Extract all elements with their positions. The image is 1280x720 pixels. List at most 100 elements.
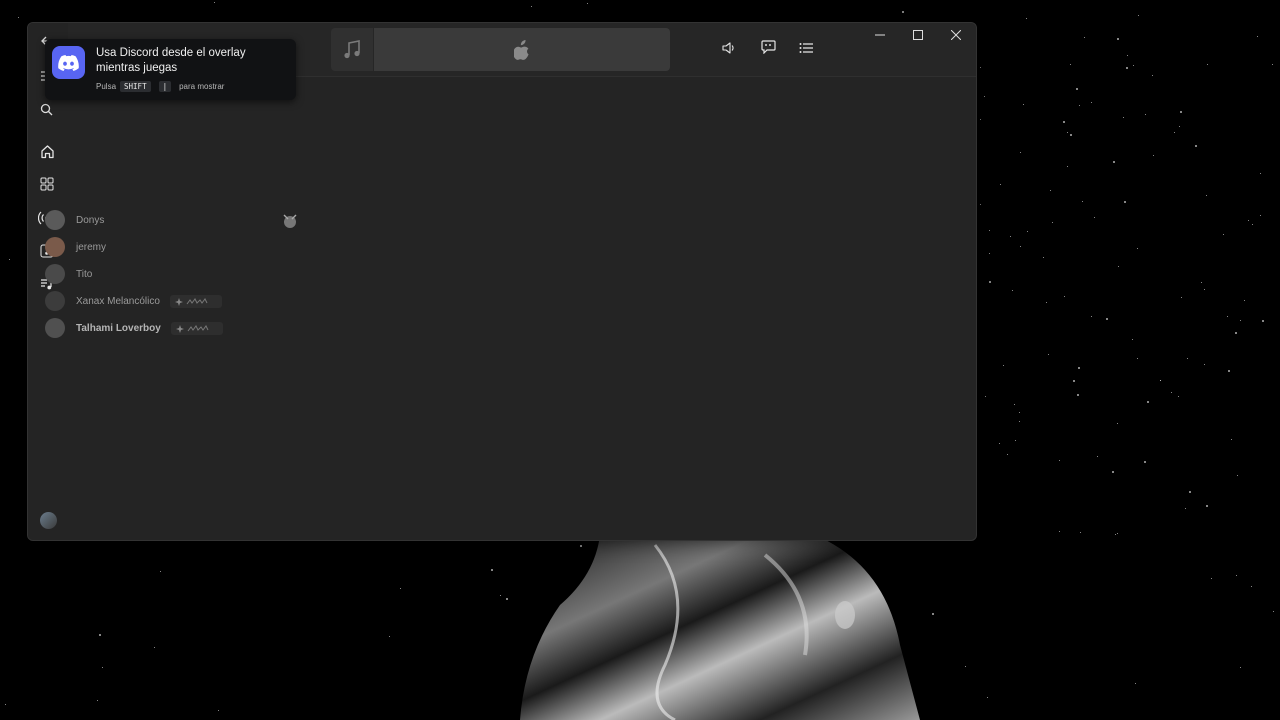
star [1117, 265, 1119, 267]
star [1135, 682, 1137, 684]
star [530, 6, 532, 8]
friend-activity-badge [170, 321, 223, 335]
friend-activity-badge [169, 294, 222, 308]
star [1076, 87, 1079, 90]
star [1015, 439, 1017, 441]
star [1137, 357, 1139, 359]
star [980, 67, 982, 69]
friend-row[interactable]: Talhami Loverboy [45, 316, 223, 340]
star [1116, 422, 1118, 424]
star [989, 280, 992, 283]
star [1180, 296, 1182, 298]
star [586, 2, 588, 4]
hotkey-pipe: | [158, 81, 172, 92]
star [988, 230, 990, 232]
overlay-hotkey-hint: Pulsa SHIFT | para mostrar [96, 81, 224, 92]
star [1010, 236, 1012, 238]
star [1252, 224, 1254, 226]
friend-avatar [45, 291, 65, 311]
star [18, 16, 20, 18]
star [1059, 460, 1061, 462]
star [1091, 316, 1093, 318]
star [932, 612, 935, 615]
star [1079, 104, 1081, 106]
star [901, 10, 904, 13]
close-icon[interactable] [937, 23, 975, 47]
friend-avatar [45, 264, 65, 284]
star [1096, 456, 1098, 458]
discord-overlay-toast[interactable]: Usa Discord desde el overlay mientras ju… [45, 39, 296, 100]
star [1014, 403, 1016, 405]
hint-prefix: Pulsa [96, 82, 117, 91]
hotkey-shift: SHIFT [120, 81, 151, 92]
star [986, 697, 988, 699]
star [1147, 400, 1150, 403]
star [1227, 315, 1229, 317]
star [1051, 222, 1053, 224]
friend-row[interactable]: Tito [45, 262, 92, 286]
star [1081, 200, 1083, 202]
friend-avatar [45, 210, 65, 230]
search-icon[interactable] [36, 99, 56, 119]
star [1143, 461, 1146, 463]
apple-logo-icon [374, 28, 670, 71]
star [1272, 64, 1274, 66]
star [1152, 75, 1154, 77]
now-playing-artwork[interactable] [331, 28, 373, 71]
star [1020, 245, 1022, 247]
star [4, 704, 6, 706]
star [98, 634, 101, 637]
star [1201, 281, 1203, 283]
star [1072, 379, 1075, 382]
friend-activity-thumbnail [280, 211, 300, 231]
friend-row[interactable]: jeremy [45, 235, 106, 259]
home-icon[interactable] [36, 140, 58, 162]
friend-row[interactable]: Xanax Melancólico [45, 289, 222, 313]
star [1203, 363, 1205, 365]
music-note-icon [331, 28, 373, 71]
friend-name: jeremy [76, 241, 107, 253]
volume-icon[interactable] [718, 37, 740, 59]
star [1184, 508, 1186, 510]
queue-list-icon[interactable] [795, 37, 817, 59]
star [1026, 231, 1028, 233]
star [1058, 530, 1060, 532]
star [1112, 161, 1115, 164]
star [1206, 194, 1208, 196]
star [1093, 217, 1095, 219]
friend-avatar [45, 318, 65, 338]
friend-avatar [45, 237, 65, 257]
friend-name: Tito [76, 268, 93, 280]
star [1046, 301, 1048, 303]
star [1205, 504, 1208, 507]
star [998, 443, 1000, 445]
friend-name: Talhami Loverboy [76, 322, 161, 334]
star [1259, 215, 1261, 217]
star [499, 594, 501, 596]
star [1006, 453, 1008, 455]
minimize-icon[interactable] [861, 23, 899, 47]
star [218, 709, 220, 711]
star [490, 569, 493, 572]
star [1203, 289, 1205, 291]
overlay-toast-title: Usa Discord desde el overlay mientras ju… [96, 47, 246, 74]
star [1083, 36, 1085, 38]
star [1178, 126, 1180, 128]
user-avatar[interactable] [40, 512, 57, 529]
star [1243, 300, 1245, 302]
lyrics-icon[interactable] [757, 36, 779, 58]
maximize-icon[interactable] [899, 23, 937, 47]
star [1019, 151, 1021, 153]
star [1070, 63, 1072, 65]
star [1179, 110, 1182, 113]
star [984, 395, 986, 397]
star [1207, 64, 1209, 66]
star [160, 571, 162, 573]
star [1261, 319, 1264, 322]
star [1187, 358, 1189, 360]
now-playing-bar[interactable] [374, 28, 670, 71]
star [1105, 317, 1108, 320]
star [1247, 219, 1249, 221]
friend-row[interactable]: Donys [45, 208, 104, 232]
apps-grid-icon[interactable] [36, 173, 58, 195]
